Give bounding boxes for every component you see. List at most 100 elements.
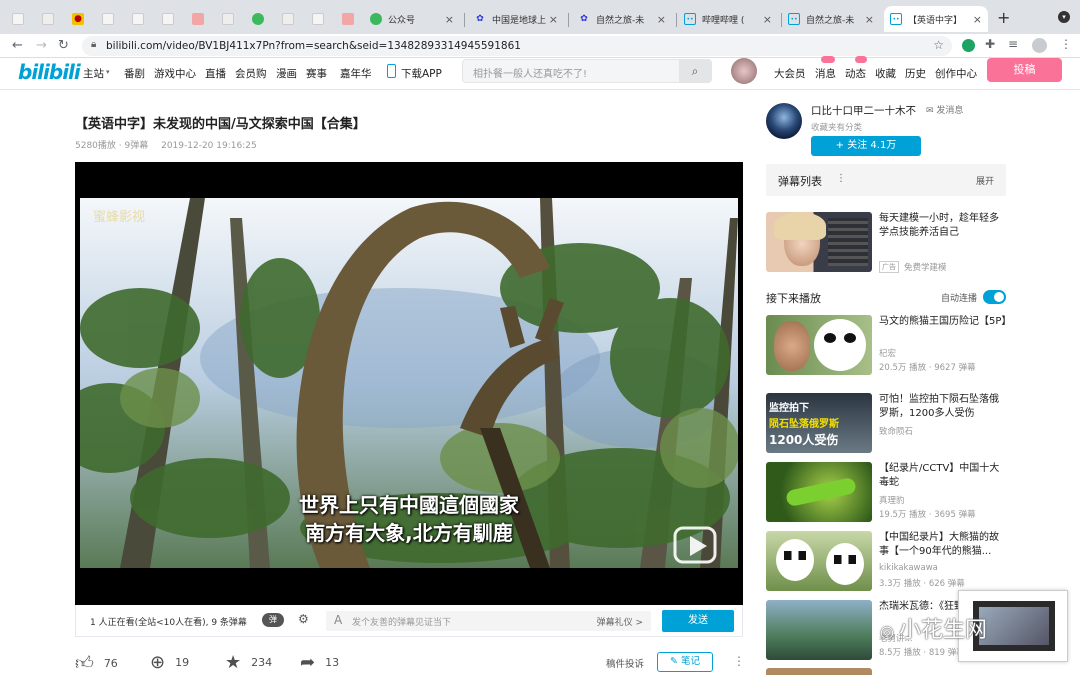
text-style-icon[interactable]: A [334, 613, 342, 627]
nav-messages[interactable]: 消息 [815, 66, 836, 81]
report-link[interactable]: 稿件投诉 [606, 656, 644, 670]
nav-dynamics[interactable]: 动态 [845, 66, 866, 81]
nav-carnival[interactable]: 嘉年华 [340, 66, 372, 81]
browser-tab[interactable] [246, 6, 276, 32]
browser-tab[interactable] [306, 6, 336, 32]
profile-avatar[interactable] [1032, 38, 1047, 53]
close-tab-icon[interactable]: × [549, 13, 558, 26]
like-button[interactable]: 👍︎ 76 [75, 652, 118, 674]
video-player[interactable]: 蜜蜂影视 世界上只有中國這個國家 南方有大象,北方有馴鹿 [75, 162, 743, 605]
close-tab-icon[interactable]: × [657, 13, 666, 26]
browser-tab[interactable] [156, 6, 186, 32]
video-title: 可怕！监控拍下陨石坠落俄罗斯，1200多人受伤 [879, 394, 999, 419]
uploader-name[interactable]: 口比十口甲二一十木不 [811, 103, 916, 118]
danmaku-count: 9弹幕 [124, 141, 149, 151]
nav-manga[interactable]: 漫画 [276, 66, 297, 81]
nav-game-center[interactable]: 游戏中心 [154, 66, 196, 81]
extensions-puzzle-icon[interactable]: ✚ [985, 37, 995, 51]
man-face-image [774, 321, 810, 371]
video-thumbnail: 监控拍下 陨石坠落俄罗斯 1200人受伤 [766, 393, 872, 453]
recommended-video[interactable]: 监控拍下 陨石坠落俄罗斯 1200人受伤 可怕！监控拍下陨石坠落俄罗斯，1200… [766, 393, 1006, 453]
danmaku-settings-icon[interactable]: ⚙ [298, 612, 309, 626]
tab-search-icon[interactable]: ▾ [1058, 11, 1070, 23]
danmaku-toggle[interactable]: 弹 [262, 613, 284, 627]
browser-tab[interactable]: ✿ 自然之旅-未 × [572, 6, 672, 32]
new-tab-button[interactable]: + [997, 8, 1010, 27]
browser-tab[interactable] [336, 6, 366, 32]
danmaku-etiquette-link[interactable]: 弹幕礼仪 > [597, 615, 643, 628]
danmaku-input[interactable]: A 发个友善的弹幕见证当下 弹幕礼仪 > [326, 611, 651, 631]
danmaku-list-panel[interactable]: 弹幕列表 ⋮ 展开 [766, 164, 1006, 196]
browser-tab[interactable]: 公众号 × [364, 6, 460, 32]
browser-tab-active[interactable]: •• 【英语中字】 × [884, 6, 988, 32]
chrome-menu-icon[interactable]: ⋮ [1060, 37, 1072, 51]
video-author: kikikakawawa [879, 563, 938, 573]
browser-tab[interactable]: ✿ 中国是地球上 × [468, 6, 564, 32]
nav-vip-shop[interactable]: 会员购 [235, 66, 267, 81]
bookmark-star-icon[interactable]: ☆ [933, 38, 944, 52]
thumb-caption: 监控拍下 [769, 403, 809, 414]
message-link[interactable]: ✉ 发消息 [926, 103, 963, 116]
ad-card[interactable]: 每天建模一小时，趁年轻多学点技能养活自己 广告 免费学建模 [766, 212, 1006, 273]
address-bar[interactable]: 🔒︎ bilibili.com/video/BV1BJ411x7Pn?from=… [82, 36, 952, 56]
nav-big-member[interactable]: 大会员 [774, 66, 806, 81]
browser-tab[interactable] [276, 6, 306, 32]
watching-count: 1 人正在看(全站<10人在看), 9 条弹幕 [90, 618, 247, 628]
more-options-icon[interactable]: ⋮ [733, 654, 745, 668]
browser-tab[interactable]: ● [66, 6, 96, 32]
browser-tab[interactable] [126, 6, 156, 32]
next-up-heading: 接下来播放 [766, 292, 821, 305]
nav-creator-center[interactable]: 创作中心 [935, 66, 977, 81]
nav-live[interactable]: 直播 [205, 66, 226, 81]
browser-tab[interactable] [186, 6, 216, 32]
browser-tab[interactable]: •• 自然之旅-未 × [782, 6, 880, 32]
browser-tab[interactable] [6, 6, 36, 32]
reload-icon[interactable]: ↻ [58, 38, 69, 53]
coin-button[interactable]: ⊕ 19 [150, 652, 189, 673]
reading-list-icon[interactable]: ≡ [1008, 37, 1018, 51]
tab-divider [676, 13, 677, 27]
thumb-caption: 陨石坠落俄罗斯 [769, 419, 839, 430]
back-icon[interactable]: ← [12, 38, 23, 53]
panda-image [826, 543, 864, 585]
browser-tab[interactable] [36, 6, 66, 32]
search-icon[interactable]: ⌕ [679, 60, 711, 82]
recommended-video[interactable]: 【中国纪录片】大熊猫的故事【一个90年代的熊猫... kikikakawawa … [766, 531, 1006, 591]
autoplay-label: 自动连播 [941, 294, 978, 304]
search-placeholder: 相扑餐一般人还真吃不了! [473, 69, 588, 80]
expand-link[interactable]: 展开 [976, 174, 994, 187]
nav-esports[interactable]: 赛事 [306, 66, 327, 81]
nav-anime[interactable]: 番剧 [124, 66, 145, 81]
phone-icon [387, 64, 396, 78]
uploader-avatar[interactable] [766, 103, 802, 139]
close-tab-icon[interactable]: × [865, 13, 874, 26]
browser-tab[interactable]: •• 哔哩哔哩 (× [678, 6, 778, 32]
nav-download-app[interactable]: 下载APP [401, 66, 442, 81]
user-avatar[interactable] [731, 58, 757, 84]
close-tab-icon[interactable]: × [763, 13, 772, 26]
extension-icon[interactable] [962, 39, 975, 52]
forward-icon[interactable]: → [36, 38, 47, 53]
autoplay-toggle[interactable] [983, 290, 1006, 304]
ad-author: 免费学建模 [904, 263, 947, 273]
browser-tab[interactable] [96, 6, 126, 32]
close-tab-icon[interactable]: × [973, 13, 982, 26]
upload-button[interactable]: 投稿 [987, 58, 1062, 82]
recommended-video[interactable]: 马文的熊猫王国历险记【5P】 杞宏 20.5万 播放 · 9627 弹幕 [766, 315, 1007, 375]
send-danmaku-button[interactable]: 发送 [662, 610, 734, 632]
coin-count: 19 [175, 656, 190, 669]
follow-button[interactable]: + 关注 4.1万 [811, 136, 921, 156]
nav-favorites[interactable]: 收藏 [875, 66, 896, 81]
search-input[interactable]: 相扑餐一般人还真吃不了! ⌕ [462, 59, 712, 83]
browser-tab[interactable] [216, 6, 246, 32]
video-thumbnail [766, 600, 872, 660]
recommended-video[interactable]: 【纪录片/CCTV】中国十大毒蛇 真理豹 19.5万 播放 · 3695 弹幕 [766, 462, 1006, 522]
more-icon[interactable]: ⋮ [836, 173, 846, 184]
close-tab-icon[interactable]: × [445, 13, 454, 26]
notes-button[interactable]: ✎ 笔记 [657, 652, 713, 672]
bilibili-logo[interactable]: bilibili [18, 60, 81, 84]
nav-history[interactable]: 历史 [905, 66, 926, 81]
nav-main[interactable]: 主站 [83, 66, 104, 81]
share-button[interactable]: ➦ 13 [300, 652, 339, 673]
favorite-button[interactable]: ★ 234 [225, 652, 272, 673]
